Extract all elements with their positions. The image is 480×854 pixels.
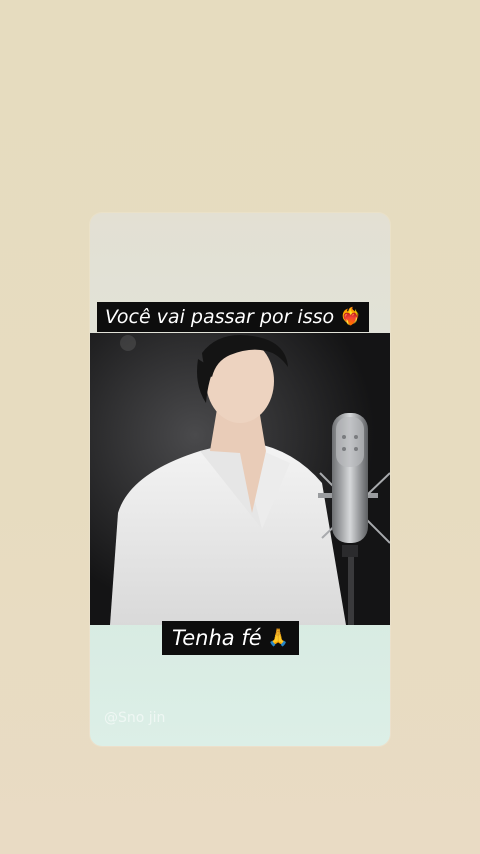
caption-top: Você vai passar por isso ❤️‍🔥 (97, 302, 370, 332)
story-card (90, 213, 390, 746)
watermark: @Sno jin (104, 710, 166, 726)
caption-bottom: Tenha fé 🙏 (162, 621, 299, 655)
caption-bottom-text: Tenha fé (172, 625, 262, 650)
singer-illustration (90, 333, 390, 625)
caption-top-text: Você vai passar por isso (105, 305, 335, 328)
video-frame[interactable] (90, 333, 390, 625)
heart-on-fire-icon: ❤️‍🔥 (340, 306, 362, 327)
praying-hands-icon: 🙏 (267, 627, 289, 648)
